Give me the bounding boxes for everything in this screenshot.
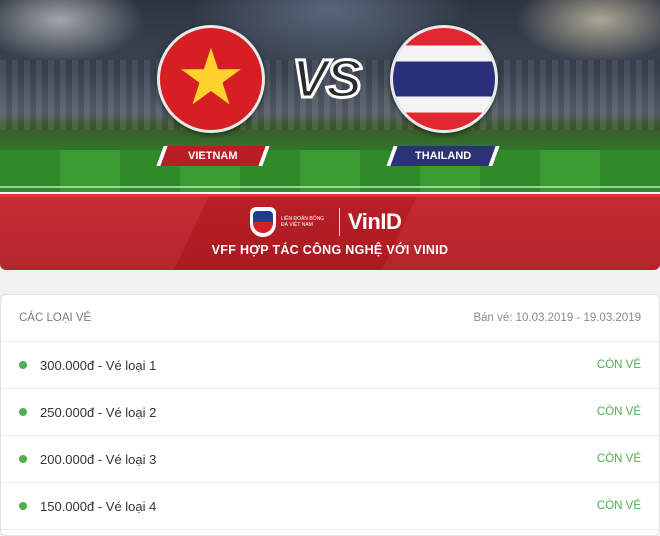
thailand-flag-icon xyxy=(390,25,498,133)
ticket-status: CÒN VÉ xyxy=(596,359,641,371)
vff-logo-icon xyxy=(250,207,276,237)
vinid-logo: VinID xyxy=(348,209,402,234)
ticket-label: 250.000đ - Vé loại 2 xyxy=(40,404,157,420)
ticket-row[interactable]: 300.000đ - Vé loại 1 CÒN VÉ xyxy=(1,342,659,389)
availability-dot-icon xyxy=(19,408,27,416)
logo-separator xyxy=(339,208,340,236)
ticket-row[interactable]: 200.000đ - Vé loại 3 CÒN VÉ xyxy=(1,436,659,483)
vietnam-flag-icon: ★ xyxy=(157,25,265,133)
ticket-types-card: CÁC LOẠI VÉ Bán vé: 10.03.2019 - 19.03.2… xyxy=(0,294,660,536)
ticket-row[interactable]: 250.000đ - Vé loại 2 CÒN VÉ xyxy=(1,389,659,436)
partner-logos: LIÊN ĐOÀN BÓNG ĐÁ VIỆT NAM VinID xyxy=(250,206,402,238)
vff-logo-text: LIÊN ĐOÀN BÓNG ĐÁ VIỆT NAM xyxy=(281,216,325,228)
team-away-label: THAILAND xyxy=(386,146,500,166)
ticket-status: CÒN VÉ xyxy=(596,406,641,418)
ticket-label: 200.000đ - Vé loại 3 xyxy=(40,451,157,467)
ticket-types-title: CÁC LOẠI VÉ xyxy=(19,312,92,324)
ticket-status: CÒN VÉ xyxy=(596,500,641,512)
match-banner: ★ VS VIETNAM THAILAND LIÊN ĐOÀN BÓNG ĐÁ … xyxy=(0,0,660,270)
ticket-card-header: CÁC LOẠI VÉ Bán vé: 10.03.2019 - 19.03.2… xyxy=(1,295,659,342)
availability-dot-icon xyxy=(19,455,27,463)
ticket-status: CÒN VÉ xyxy=(596,453,641,465)
team-home-label: VIETNAM xyxy=(156,146,270,166)
availability-dot-icon xyxy=(19,502,27,510)
vs-text: VS xyxy=(290,48,363,111)
sale-dates: Bán vé: 10.03.2019 - 19.03.2019 xyxy=(473,312,641,324)
ticket-label: 150.000đ - Vé loại 4 xyxy=(40,498,157,514)
availability-dot-icon xyxy=(19,361,27,369)
ticket-row[interactable]: 150.000đ - Vé loại 4 CÒN VÉ xyxy=(1,483,659,530)
partnership-tagline: VFF HỢP TÁC CÔNG NGHỆ VỚI VINID xyxy=(211,243,449,257)
ticket-label: 300.000đ - Vé loại 1 xyxy=(40,357,157,373)
pitch-line xyxy=(0,186,660,188)
